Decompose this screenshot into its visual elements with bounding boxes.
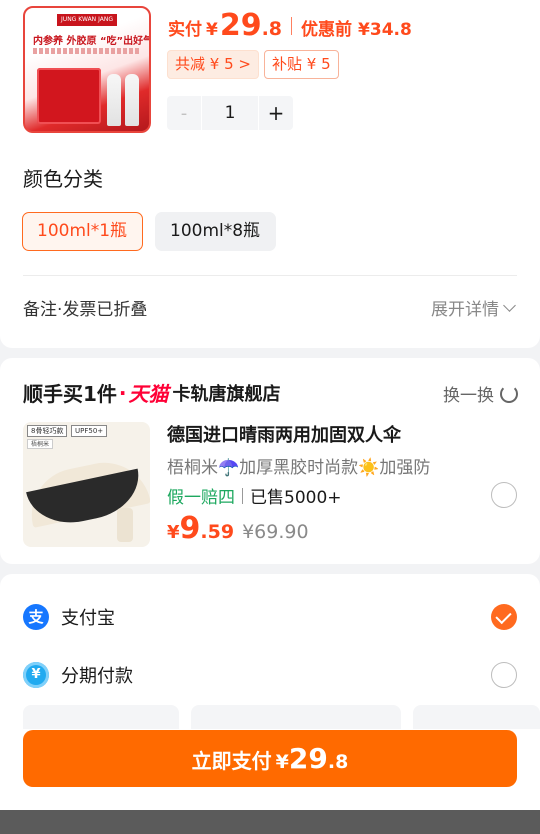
bottle-image (125, 74, 139, 126)
umbrella-thumbnail[interactable]: 8骨轻巧款 UPF50+ 梧桐米 (23, 422, 150, 547)
refresh-icon (500, 384, 518, 403)
before-discount-price: ¥34.8 (358, 20, 412, 40)
price-decimal: .8 (327, 751, 349, 773)
sold-count: 已售5000+ (250, 488, 342, 508)
price-decimal: .8 (261, 18, 283, 40)
expand-details-button[interactable]: 展开详情 (431, 295, 516, 320)
thumb-brand: JUNG KWAN JANG (57, 14, 117, 26)
deal-select-radio[interactable] (491, 482, 517, 508)
pay-label: 实付 (168, 20, 202, 40)
subsidy-tag: 补贴 ¥ 5 (264, 50, 339, 79)
chevron-down-icon (503, 298, 516, 312)
price-integer: 29 (288, 742, 328, 775)
bottle-image (107, 74, 121, 126)
pay-now-label: 立即支付 (191, 749, 272, 773)
remark-invoice-label: 备注·发票已折叠 (23, 300, 148, 320)
divider (23, 275, 517, 276)
add-on-deal-card: 顺手买1件 · 天猫 卡轨唐旗舰店 换一换 8骨轻巧款 UPF50+ 梧桐米 德… (0, 358, 540, 564)
deal-item-description: 梧桐米☂️加厚黑胶时尚款☀️加强防 (167, 458, 431, 478)
swap-label: 换一换 (443, 386, 494, 406)
badge-divider (242, 487, 243, 504)
thumb-tag: 8骨轻巧款 (27, 425, 68, 437)
price-integer: 9 (179, 511, 201, 546)
deal-item-badges: 假一赔四 已售5000+ (167, 483, 342, 508)
sku-option-2[interactable]: 100ml*8瓶 (155, 212, 276, 251)
before-discount-label: 优惠前 (301, 20, 353, 40)
gift-box-image (37, 68, 101, 124)
currency-symbol: ¥ (206, 20, 218, 40)
currency-symbol: ¥ (275, 751, 289, 773)
original-price: ¥69.90 (242, 521, 309, 543)
sku-option-1[interactable]: 100ml*1瓶 (22, 212, 143, 251)
deal-item-title[interactable]: 德国进口晴雨两用加固双人伞 (167, 421, 401, 447)
expand-details-label: 展开详情 (431, 300, 499, 320)
sku-section-title: 颜色分类 (23, 167, 103, 191)
payment-method-label: 分期付款 (61, 666, 133, 687)
quantity-stepper: - 1 + (167, 96, 293, 130)
price-integer: 29 (219, 8, 262, 43)
order-summary-card: JUNG KWAN JANG 内参养 外胶原 “吃”出好气色 实付 ¥ 29 .… (0, 0, 540, 348)
product-thumbnail[interactable]: JUNG KWAN JANG 内参养 外胶原 “吃”出好气色 (23, 6, 151, 133)
thumb-tag: 梧桐米 (27, 439, 54, 449)
payment-method-label: 支付宝 (61, 608, 115, 629)
installment-icon: ¥ (23, 662, 49, 688)
installment-plan-chip[interactable] (413, 705, 540, 729)
umbrella-handle-image (117, 508, 133, 542)
deal-title: 顺手买1件 (23, 382, 117, 406)
thumb-tag: UPF50+ (71, 425, 108, 437)
swap-button[interactable]: 换一换 (443, 381, 518, 406)
deal-item-price: ¥ 9 .59 ¥69.90 (167, 511, 309, 546)
store-name[interactable]: 卡轨唐旗舰店 (173, 380, 281, 406)
deal-header: 顺手买1件 · 天猫 卡轨唐旗舰店 (23, 378, 281, 407)
price-divider (291, 16, 293, 35)
system-bottom-bar (0, 810, 540, 834)
increase-button[interactable]: + (259, 101, 293, 125)
pay-now-button[interactable]: 立即支付 ¥ 29 .8 (23, 730, 517, 787)
alipay-icon: 支 (23, 604, 49, 630)
thumb-slogan: 内参养 外胶原 “吃”出好气色 (33, 36, 151, 47)
tmall-logo: 天猫 (128, 382, 169, 406)
decrease-button[interactable]: - (167, 103, 201, 124)
currency-symbol: ¥ (167, 522, 180, 543)
checked-radio-icon[interactable] (491, 604, 517, 630)
installment-radio[interactable] (491, 662, 517, 688)
title-dot: · (118, 380, 127, 405)
installment-plan-chip[interactable] (191, 705, 401, 729)
price-line: 实付 ¥ 29 .8 优惠前 ¥34.8 (168, 8, 412, 43)
price-decimal: .59 (200, 521, 235, 543)
thumb-subtext (33, 48, 141, 54)
payment-method-installment[interactable]: ¥ 分期付款 (23, 662, 133, 688)
payment-method-alipay[interactable]: 支 支付宝 (23, 604, 115, 630)
installment-plan-chip[interactable] (23, 705, 179, 729)
quantity-value[interactable]: 1 (201, 96, 259, 130)
total-discount-tag[interactable]: 共减 ¥ 5 > (167, 50, 259, 79)
guarantee-badge: 假一赔四 (167, 488, 235, 508)
